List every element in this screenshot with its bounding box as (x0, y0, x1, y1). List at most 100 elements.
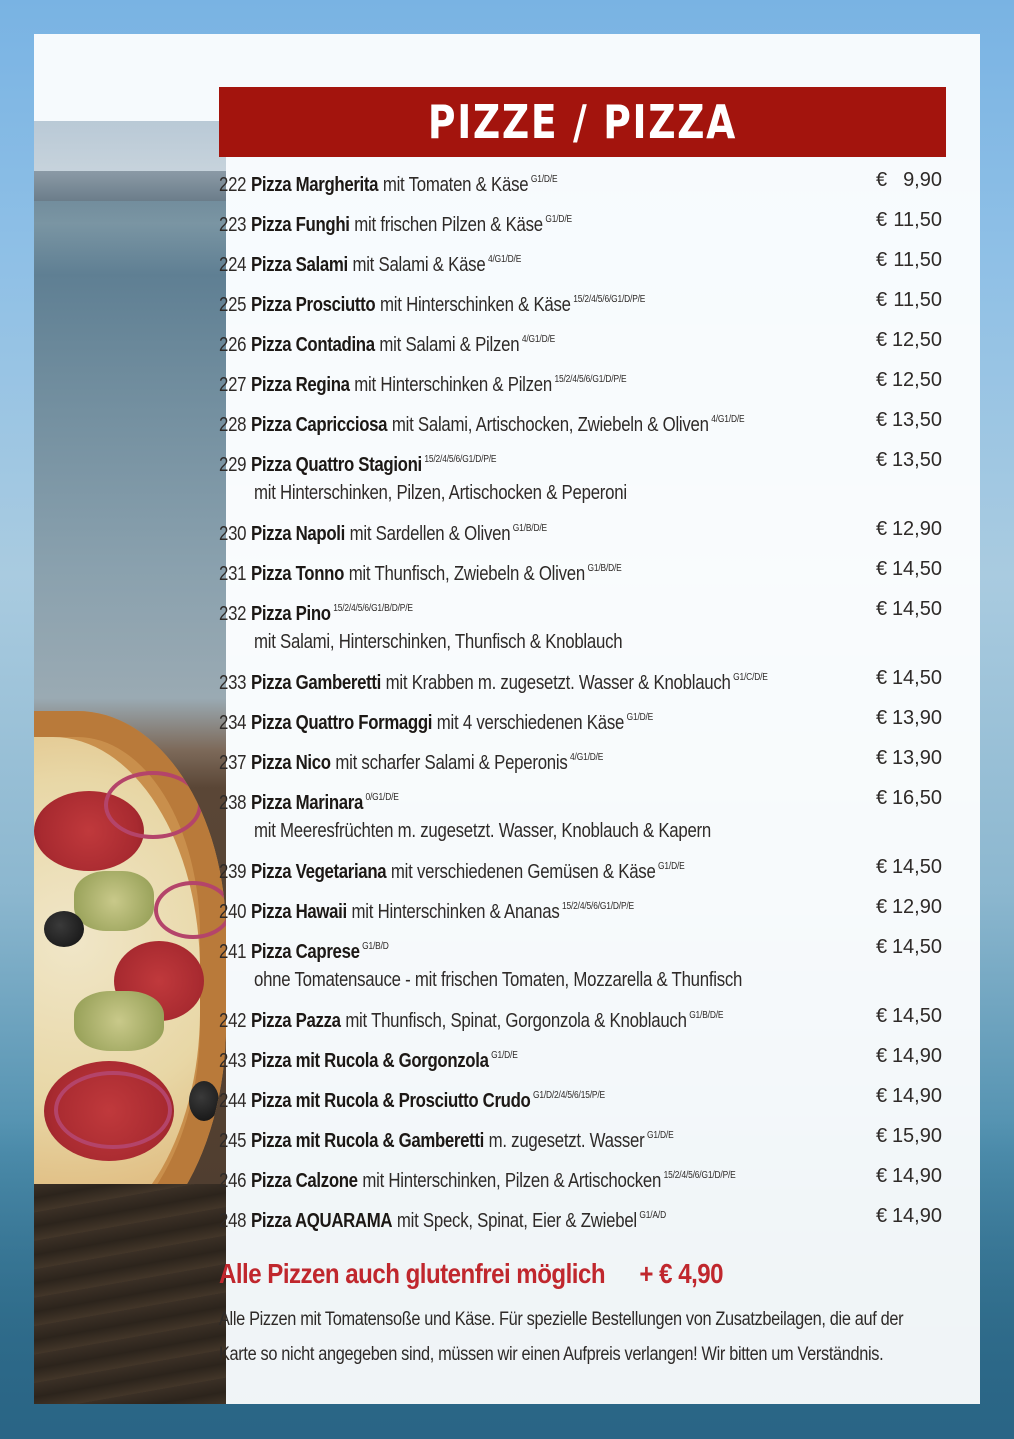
item-price: €13,90 (876, 698, 942, 738)
price-value: 9,90 (903, 169, 942, 191)
item-description: mit Salami & Käse (352, 254, 486, 276)
menu-item: 238 Pizza Marinara 0/G1/D/E €16,50 mit Meer… (219, 778, 946, 847)
menu-title: PIZZE / PIZZA (427, 95, 738, 149)
allergen-codes: 15/2/4/5/6/G1/D/P/E (573, 294, 646, 305)
menu-item: 240 Pizza Hawaii mit Hinterschinken & An… (219, 887, 946, 927)
currency-symbol: € (876, 558, 888, 580)
item-description: mit Salami, Artischocken, Zwiebeln & Oli… (391, 414, 709, 436)
item-name: Pizza mit Rucola & Gamberetti (250, 1130, 484, 1152)
allergen-codes: G1/D/E (530, 174, 558, 185)
price-value: 16,50 (891, 787, 942, 809)
item-price: €11,50 (876, 280, 942, 320)
item-number: 242 (219, 1010, 247, 1032)
allergen-codes: G1/D/E (545, 214, 572, 225)
allergen-codes: 4/G1/D/E (487, 254, 522, 265)
price-value: 11,50 (893, 289, 942, 311)
currency-symbol: € (876, 169, 888, 191)
allergen-codes: 0/G1/D/E (365, 792, 399, 803)
item-price: €14,50 (876, 589, 942, 629)
item-price: €12,90 (876, 887, 942, 927)
item-number: 223 (219, 214, 247, 236)
item-number: 229 (219, 454, 247, 476)
menu-item: 222 Pizza Margherita mit Tomaten & Käse G… (219, 160, 946, 200)
allergen-codes: G1/A/D (639, 1210, 666, 1221)
item-description-line2: mit Hinterschinken, Pilzen, Artischocken… (254, 482, 627, 504)
item-price: €12,90 (876, 509, 942, 549)
menu-item: 243 Pizza mit Rucola & Gorgonzola G1/D/E €… (219, 1036, 946, 1076)
item-price: €14,50 (876, 996, 942, 1036)
item-price: €14,50 (876, 847, 942, 887)
allergen-codes: 15/2/4/5/6/G1/D/P/E (663, 1170, 736, 1181)
item-description: mit Hinterschinken, Pilzen & Artischocke… (362, 1170, 662, 1192)
currency-symbol: € (876, 289, 888, 311)
menu-item: 229 Pizza Quattro Stagioni 15/2/4/5/6/G1/… (219, 440, 946, 509)
item-price: €13,50 (876, 440, 942, 480)
item-number: 246 (219, 1170, 247, 1192)
currency-symbol: € (876, 896, 888, 918)
price-value: 12,50 (891, 329, 942, 351)
item-name: Pizza Salami (250, 254, 348, 276)
item-price: €13,90 (876, 738, 942, 778)
wooden-table (34, 1184, 226, 1404)
price-value: 11,50 (893, 249, 942, 271)
currency-symbol: € (876, 747, 888, 769)
currency-symbol: € (876, 518, 888, 540)
allergen-codes: G1/D/E (646, 1130, 674, 1141)
item-price: €14,50 (876, 549, 942, 589)
menu-item: 230 Pizza Napoli mit Sardellen & Oliven G… (219, 509, 946, 549)
item-description: m. zugesetzt. Wasser (488, 1130, 645, 1152)
glutenfree-text: Alle Pizzen auch glutenfrei möglich (219, 1258, 606, 1289)
price-value: 14,90 (891, 1085, 942, 1107)
pizza-photo (34, 121, 226, 1404)
currency-symbol: € (876, 249, 888, 271)
item-name: Pizza Calzone (250, 1170, 358, 1192)
price-value: 14,50 (891, 558, 942, 580)
item-number: 240 (219, 901, 247, 923)
currency-symbol: € (876, 936, 888, 958)
item-name: Pizza Quattro Formaggi (250, 712, 433, 734)
item-name: Pizza Caprese (250, 941, 360, 963)
price-value: 13,50 (891, 409, 942, 431)
currency-symbol: € (876, 1085, 888, 1107)
allergen-codes: 15/2/4/5/6/G1/D/P/E (554, 374, 627, 385)
currency-symbol: € (876, 1205, 888, 1227)
allergen-codes: G1/B/D/E (689, 1010, 724, 1021)
price-value: 14,50 (891, 598, 942, 620)
price-value: 12,50 (891, 369, 942, 391)
price-value: 11,50 (893, 209, 942, 231)
menu-item: 241 Pizza Caprese G1/B/D €14,50 ohne Tomate… (219, 927, 946, 996)
allergen-codes: G1/B/D (362, 941, 389, 952)
currency-symbol: € (876, 449, 888, 471)
menu-item: 234 Pizza Quattro Formaggi mit 4 verschi… (219, 698, 946, 738)
allergen-codes: G1/D/E (658, 861, 685, 872)
item-price: €14,90 (876, 1076, 942, 1116)
menu-item: 226 Pizza Contadina mit Salami & Pilzen 4… (219, 320, 946, 360)
item-description: mit 4 verschiedenen Käse (436, 712, 625, 734)
currency-symbol: € (876, 209, 888, 231)
item-description: mit Thunfisch, Spinat, Gorgonzola & Knob… (345, 1010, 687, 1032)
item-price: €14,90 (876, 1196, 942, 1236)
item-description: mit Speck, Spinat, Eier & Zwiebel (396, 1210, 637, 1232)
allergen-codes: 15/2/4/5/6/G1/D/P/E (424, 454, 497, 465)
price-value: 15,90 (891, 1125, 942, 1147)
item-number: 231 (219, 563, 247, 585)
item-price: €14,50 (876, 927, 942, 967)
item-price: €11,50 (876, 240, 942, 280)
item-number: 241 (219, 941, 247, 963)
photo-hills (34, 171, 226, 201)
price-value: 12,90 (891, 896, 942, 918)
currency-symbol: € (876, 1125, 888, 1147)
item-price: €11,50 (876, 200, 942, 240)
menu-item: 233 Pizza Gamberetti mit Krabben m. zuge… (219, 658, 946, 698)
menu-item: 231 Pizza Tonno mit Thunfisch, Zwiebeln … (219, 549, 946, 589)
item-number: 222 (219, 174, 247, 196)
item-description: mit verschiedenen Gemüsen & Käse (390, 861, 656, 883)
allergen-codes: G1/C/D/E (733, 672, 768, 683)
menu-item: 248 Pizza AQUARAMA mit Speck, Spinat, Ei… (219, 1196, 946, 1236)
item-number: 244 (219, 1090, 247, 1112)
item-name: Pizza mit Rucola & Gorgonzola (250, 1050, 489, 1072)
currency-symbol: € (876, 409, 888, 431)
item-name: Pizza Marinara (250, 792, 363, 814)
item-number: 234 (219, 712, 247, 734)
price-value: 12,90 (891, 518, 942, 540)
